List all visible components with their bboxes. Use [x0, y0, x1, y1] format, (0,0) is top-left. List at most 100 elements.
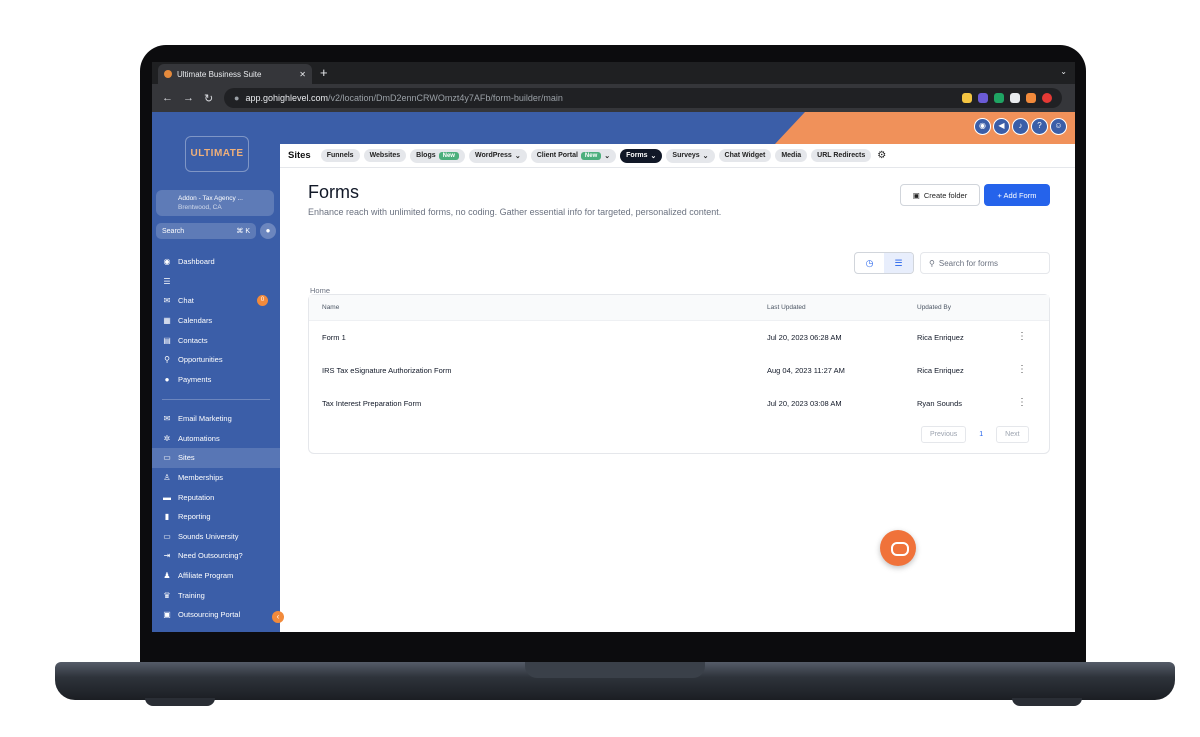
subnav-title: Sites [288, 150, 311, 161]
sidebar-item-contacts[interactable]: ▤ Contacts [152, 330, 280, 350]
app: ULTIMATE Addon - Tax Agency ... Brentwoo… [152, 112, 1075, 632]
sidebar-item-need-outsourcing[interactable]: ⇥ Need Outsourcing? [152, 546, 280, 566]
tab-blogs[interactable]: Blogs New [410, 148, 465, 163]
sidebar-item-label: Opportunities [178, 355, 223, 365]
quick-user-icon[interactable]: ● [260, 223, 276, 239]
tab-label: Client Portal [536, 152, 578, 159]
folder-icon: ▣ [912, 190, 920, 200]
table-row[interactable]: IRS Tax eSignature Authorization Form Au… [309, 354, 1049, 387]
sidebar-item-memberships[interactable]: ♙ Memberships [152, 468, 280, 488]
tab-websites[interactable]: Websites [363, 149, 407, 162]
sidebar-item-reputation[interactable]: ▬ Reputation [152, 487, 280, 507]
sidebar-item-chat[interactable]: ✉ Chat 0 [152, 291, 280, 311]
reload-icon[interactable]: ↻ [204, 92, 213, 105]
sidebar-item-payments[interactable]: ● Payments [152, 370, 280, 390]
sidebar-item-outsourcing-portal[interactable]: ▣ Outsourcing Portal [152, 605, 280, 625]
account-switcher[interactable]: Addon - Tax Agency ... Brentwood, CA [156, 190, 274, 216]
add-form-button[interactable]: + Add Form [984, 184, 1050, 206]
reporting-icon: ▮ [164, 512, 170, 522]
table-row[interactable]: Form 1 Jul 20, 2023 06:28 AM Rica Enriqu… [309, 321, 1049, 354]
tab-client-portal[interactable]: Client Portal New ⌄ [530, 148, 617, 163]
next-button[interactable]: Next [996, 426, 1029, 443]
extension-icon[interactable] [1010, 93, 1020, 103]
form-name[interactable]: IRS Tax eSignature Authorization Form [322, 366, 452, 375]
portal-icon: ▣ [163, 610, 171, 620]
sidebar-search[interactable]: Search ⌘ K [156, 223, 256, 239]
sidebar-item-training[interactable]: ♛ Training [152, 585, 280, 605]
form-updated: Jul 20, 2023 06:28 AM [767, 333, 842, 342]
tab-forms[interactable]: Forms ⌄ [620, 148, 663, 163]
sidebar-item-label: Sounds University [178, 531, 239, 541]
reputation-icon: ▬ [163, 492, 171, 502]
create-folder-button[interactable]: ▣ Create folder [900, 184, 980, 206]
url-path: /v2/location/DmD2ennCRWOmzt4y7AFb/form-b… [328, 93, 563, 103]
forward-icon[interactable]: → [183, 92, 194, 104]
more-options-icon[interactable]: ⋮ [1017, 364, 1027, 375]
tab-label: Websites [369, 152, 401, 159]
extension-icon[interactable] [962, 93, 972, 103]
user-avatar-icon[interactable]: ☺ [1050, 118, 1067, 135]
more-options-icon[interactable]: ⋮ [1017, 397, 1027, 408]
column-header-last-updated[interactable]: Last Updated [767, 304, 806, 311]
bell-icon[interactable]: ♪ [1012, 118, 1029, 135]
tab-label: URL Redirects [817, 152, 866, 159]
extensions [962, 93, 1052, 103]
close-tab-icon[interactable]: ✕ [299, 70, 306, 79]
more-options-icon[interactable]: ⋮ [1017, 331, 1027, 342]
sidebar-item-calendars[interactable]: ▦ Calendars [152, 311, 280, 331]
form-name[interactable]: Tax Interest Preparation Form [322, 399, 421, 408]
sidebar-item-list[interactable]: ☰ [152, 272, 280, 292]
search-input[interactable]: ⚲ Search for forms [920, 252, 1050, 274]
sidebar-item-automations[interactable]: ✲ Automations [152, 429, 280, 449]
gear-icon[interactable]: ⚙ [877, 150, 886, 161]
extension-icon[interactable] [978, 93, 988, 103]
tab-media[interactable]: Media [775, 149, 808, 162]
back-icon[interactable]: ← [162, 92, 173, 104]
url-host: app.gohighlevel.com [245, 93, 328, 103]
eye-icon[interactable]: ◉ [974, 118, 991, 135]
new-tab-icon[interactable]: + [320, 65, 328, 80]
chevron-down-icon: ⌄ [514, 152, 521, 160]
form-name[interactable]: Form 1 [322, 333, 346, 342]
outsourcing-icon: ⇥ [163, 551, 171, 561]
laptop-foot-right [1012, 698, 1082, 706]
dashboard-icon: ◉ [163, 257, 171, 267]
tab-search-chevron-icon[interactable]: ⌄ [1060, 67, 1067, 76]
chat-support-bubble-icon[interactable] [880, 530, 916, 566]
forms-table: Name Last Updated Updated By Form 1 Jul … [308, 294, 1050, 454]
new-badge: New [438, 151, 459, 160]
forms-page: Forms Enhance reach with unlimited forms… [280, 168, 1075, 632]
new-badge: New [580, 151, 602, 160]
tab-chat-widget[interactable]: Chat Widget [718, 149, 772, 162]
megaphone-icon[interactable]: ◀ [993, 118, 1010, 135]
tab-wordpress[interactable]: WordPress ⌄ [468, 148, 527, 163]
tab-url-redirects[interactable]: URL Redirects [811, 149, 872, 162]
list-view-icon[interactable]: ☰ [884, 253, 913, 273]
clock-icon[interactable]: ◷ [855, 253, 884, 273]
page-number[interactable]: 1 [970, 426, 992, 443]
previous-button[interactable]: Previous [921, 426, 967, 443]
column-header-name[interactable]: Name [322, 304, 339, 311]
chat-count-badge: 0 [257, 295, 268, 307]
sidebar-item-reporting[interactable]: ▮ Reporting [152, 507, 280, 527]
sidebar-item-dashboard[interactable]: ◉ Dashboard [152, 252, 280, 272]
column-header-updated-by[interactable]: Updated By [917, 304, 951, 311]
help-icon[interactable]: ? [1031, 118, 1048, 135]
sidebar-item-sites[interactable]: ▭ Sites [152, 448, 280, 468]
table-header: Name Last Updated Updated By [309, 295, 1049, 321]
sidebar-item-label: Memberships [178, 473, 224, 483]
search-placeholder: Search for forms [938, 258, 998, 268]
extension-icon[interactable] [994, 93, 1004, 103]
table-row[interactable]: Tax Interest Preparation Form Jul 20, 20… [309, 387, 1049, 420]
browser-tab[interactable]: Ultimate Business Suite ✕ [158, 64, 312, 84]
address-bar[interactable]: ● app.gohighlevel.com /v2/location/DmD2e… [224, 88, 1062, 108]
sidebar-item-sounds-university[interactable]: ▭ Sounds University [152, 527, 280, 547]
tab-surveys[interactable]: Surveys ⌄ [666, 148, 715, 163]
sidebar-item-opportunities[interactable]: ⚲ Opportunities [152, 350, 280, 370]
extension-icon[interactable] [1026, 93, 1036, 103]
sidebar-item-email-marketing[interactable]: ✉ Email Marketing [152, 409, 280, 429]
tab-funnels[interactable]: Funnels [320, 149, 360, 162]
profile-icon[interactable] [1042, 93, 1052, 103]
sidebar-item-label: Need Outsourcing? [178, 551, 243, 561]
sidebar-item-affiliate-program[interactable]: ♟ Affiliate Program [152, 566, 280, 586]
